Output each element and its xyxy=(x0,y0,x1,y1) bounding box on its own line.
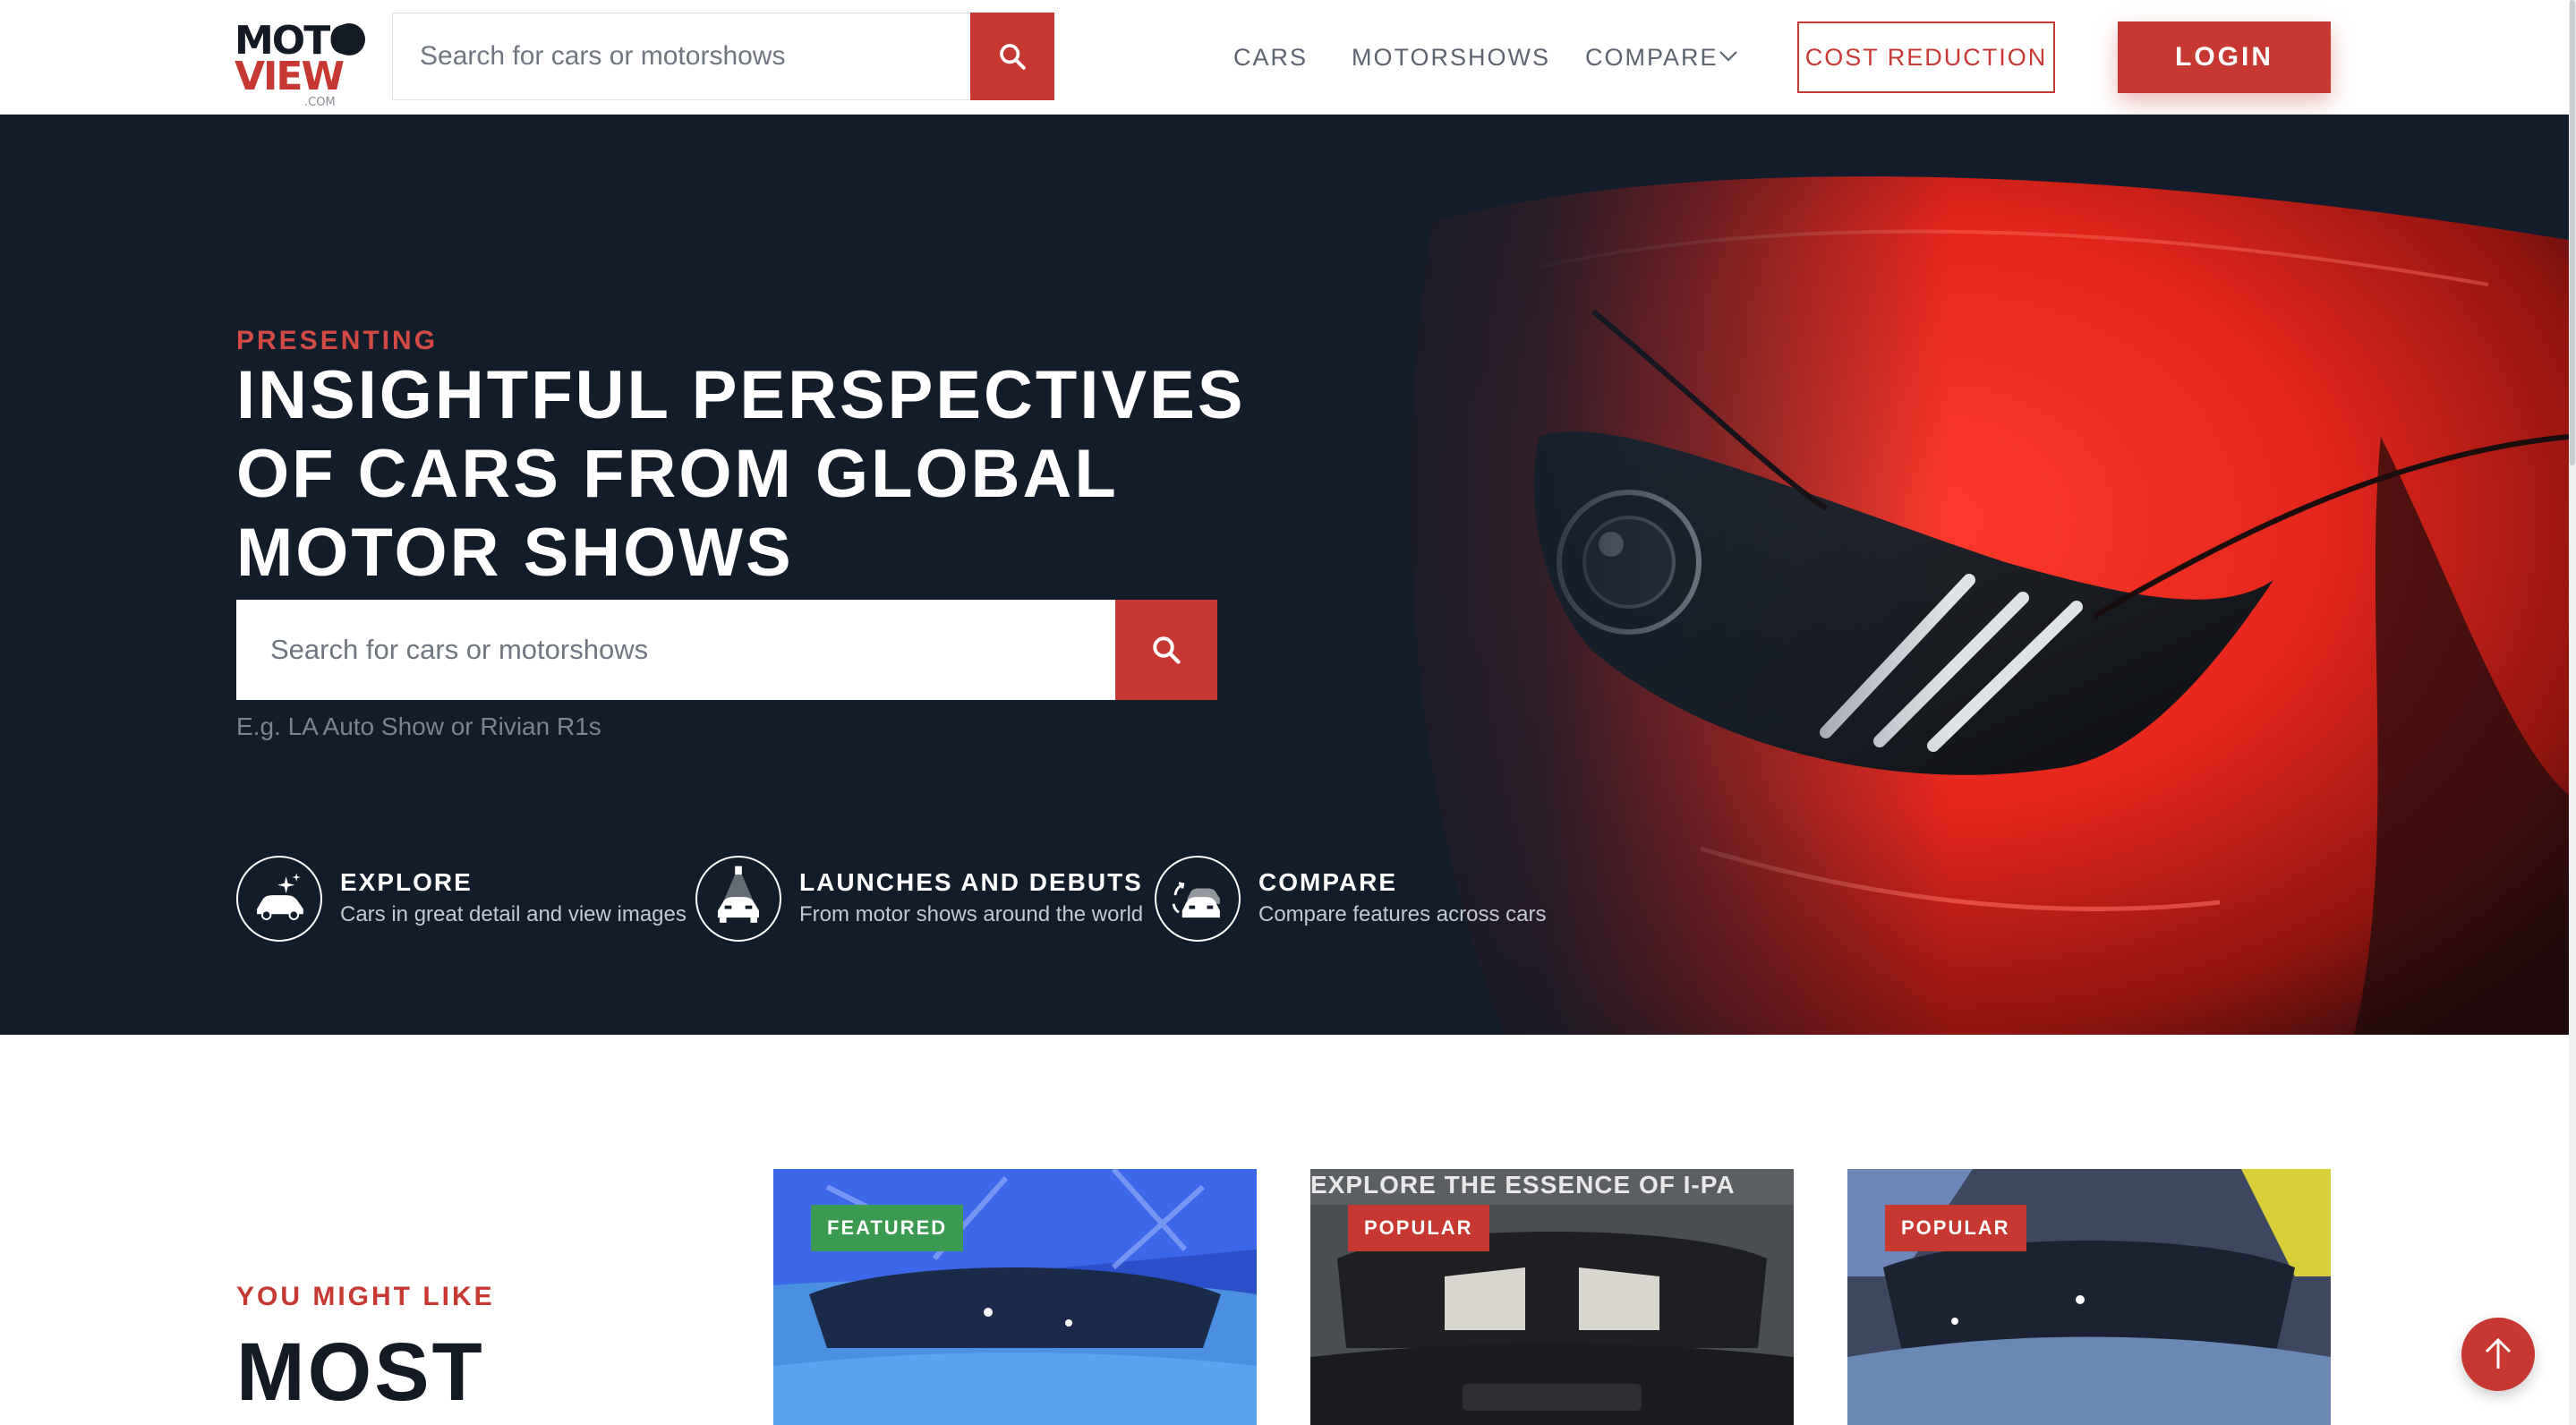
car-sparkle-icon xyxy=(236,856,322,942)
scrollbar-thumb[interactable] xyxy=(2570,0,2575,465)
card-badge-popular: POPULAR xyxy=(1885,1205,2026,1251)
car-card[interactable]: EXPLORE THE ESSENCE OF I-PA POPULAR xyxy=(1310,1169,1794,1425)
header-search-button[interactable] xyxy=(970,13,1054,100)
feature-compare-title: COMPARE xyxy=(1258,868,1398,896)
site-header: MOTO VIEW .COM CARS MOTORSHOWS COMPARE C… xyxy=(0,0,2569,115)
search-icon xyxy=(1153,636,1181,664)
hero-search xyxy=(236,600,1217,700)
search-icon xyxy=(1000,44,1026,70)
car-card[interactable]: POPULAR xyxy=(1847,1169,2331,1425)
feature-compare-desc: Compare features across cars xyxy=(1258,902,1547,926)
hero-section: PRESENTING INSIGHTFUL PERSPECTIVES OF CA… xyxy=(0,115,2569,1035)
hero-title: INSIGHTFUL PERSPECTIVES OF CARS FROM GLO… xyxy=(236,357,1246,591)
nav-compare[interactable]: COMPARE xyxy=(1585,43,1719,72)
card-badge-popular: POPULAR xyxy=(1348,1205,1489,1251)
feature-launches-title: LAUNCHES AND DEBUTS xyxy=(799,868,1143,896)
feature-explore-title: EXPLORE xyxy=(340,868,473,896)
recommendations-section: YOU MIGHT LIKE MOST FEATURED EXPLORE THE… xyxy=(0,1035,2569,1425)
section-kicker: YOU MIGHT LIKE xyxy=(236,1282,495,1311)
hero-kicker: PRESENTING xyxy=(236,326,439,355)
hero-image-fade xyxy=(1325,115,1951,1035)
motoview-logo[interactable]: MOTO VIEW .COM xyxy=(235,20,365,109)
hero-search-button[interactable] xyxy=(1115,600,1217,700)
page-scrollbar[interactable] xyxy=(2569,0,2576,1425)
logo-text-bottom: VIEW xyxy=(235,54,345,99)
chevron-down-icon[interactable] xyxy=(1719,50,1738,63)
section-title: MOST xyxy=(236,1327,485,1418)
nav-cars[interactable]: CARS xyxy=(1233,43,1308,72)
car-card[interactable]: FEATURED xyxy=(773,1169,1257,1425)
login-button[interactable]: LOGIN xyxy=(2118,21,2331,93)
card-badge-featured: FEATURED xyxy=(811,1205,964,1251)
hero-search-hint: E.g. LA Auto Show or Rivian R1s xyxy=(236,712,601,740)
scroll-to-top-button[interactable] xyxy=(2461,1318,2535,1391)
car-compare-icon xyxy=(1155,856,1241,942)
feature-explore-desc: Cars in great detail and view images xyxy=(340,902,687,926)
hero-search-input[interactable] xyxy=(236,600,1115,700)
card-banner-text: EXPLORE THE ESSENCE OF I-PA xyxy=(1310,1171,1736,1199)
logo-dot xyxy=(333,23,365,55)
car-spotlight-icon xyxy=(695,856,781,942)
header-search xyxy=(392,13,1054,100)
header-search-input[interactable] xyxy=(393,13,971,99)
arrow-up-icon xyxy=(2485,1337,2512,1369)
cost-reduction-button[interactable]: COST REDUCTION xyxy=(1797,21,2055,93)
logo-suffix: .COM xyxy=(304,96,336,109)
nav-motorshows[interactable]: MOTORSHOWS xyxy=(1352,43,1550,72)
feature-launches-desc: From motor shows around the world xyxy=(799,902,1144,926)
